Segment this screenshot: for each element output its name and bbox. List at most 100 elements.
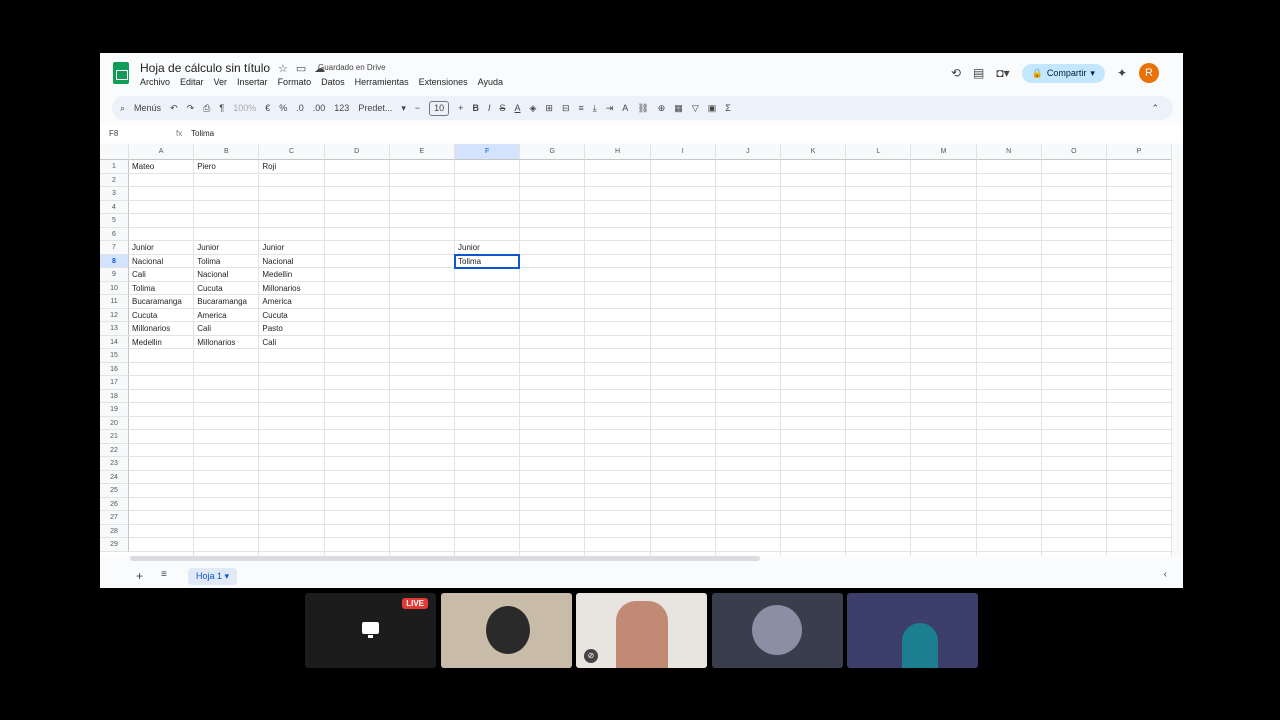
functions-button[interactable]: Σ bbox=[725, 103, 731, 113]
cell-b7[interactable]: Junior bbox=[197, 243, 219, 252]
row-header-28[interactable]: 28 bbox=[100, 524, 129, 538]
cell-a12[interactable]: Cucuta bbox=[132, 311, 157, 320]
wrap-icon[interactable]: ⇥ bbox=[606, 103, 614, 114]
row-header-15[interactable]: 15 bbox=[100, 349, 129, 363]
undo-icon[interactable]: ↶ bbox=[170, 103, 178, 114]
all-sheets-icon[interactable]: ≡ bbox=[161, 569, 167, 580]
sheets-logo-icon[interactable] bbox=[113, 62, 129, 84]
cell-a8[interactable]: Nacional bbox=[132, 257, 163, 266]
comment-icon[interactable]: ⊕ bbox=[658, 103, 666, 114]
menu-extensiones[interactable]: Extensiones bbox=[419, 77, 468, 87]
cell-c11[interactable]: America bbox=[262, 297, 291, 306]
chevron-down-icon[interactable]: ▾ bbox=[1090, 68, 1095, 79]
borders-icon[interactable]: ⊞ bbox=[545, 103, 553, 114]
paint-format-icon[interactable]: ¶ bbox=[219, 103, 224, 113]
cell-a14[interactable]: Medellin bbox=[132, 338, 162, 347]
sheet-grid[interactable]: A B C D E F G H I J K L M N O P 1 2 3 4 5 6 7 8 9 10 11 12 13 14 15 16 1… bbox=[100, 144, 1173, 556]
cell-a9[interactable]: Cali bbox=[132, 270, 146, 279]
cell-a13[interactable]: Millonarios bbox=[132, 324, 170, 333]
cell-c13[interactable]: Pasto bbox=[262, 324, 282, 333]
cell-c1[interactable]: Roji bbox=[262, 162, 276, 171]
row-header-7[interactable]: 7 bbox=[100, 241, 129, 255]
share-button[interactable]: 🔒 Compartir ▾ bbox=[1021, 63, 1105, 83]
horizontal-scrollbar[interactable] bbox=[130, 556, 760, 561]
row-header-21[interactable]: 21 bbox=[100, 430, 129, 444]
row-header-9[interactable]: 9 bbox=[100, 268, 129, 282]
column-header-d[interactable]: D bbox=[324, 144, 390, 160]
row-header-11[interactable]: 11 bbox=[100, 295, 129, 309]
menu-herramientas[interactable]: Herramientas bbox=[355, 77, 409, 87]
row-header-16[interactable]: 16 bbox=[100, 362, 129, 376]
cell-c9[interactable]: Medellin bbox=[262, 270, 292, 279]
filter-icon[interactable]: ▽ bbox=[692, 103, 699, 114]
row-header-2[interactable]: 2 bbox=[100, 173, 129, 187]
gemini-sparkle-icon[interactable]: ✦ bbox=[1117, 66, 1127, 80]
cell-f8[interactable]: Tolima bbox=[458, 257, 481, 266]
row-header-14[interactable]: 14 bbox=[100, 335, 129, 349]
avatar[interactable]: R bbox=[1139, 63, 1159, 83]
row-header-22[interactable]: 22 bbox=[100, 443, 129, 457]
column-header-l[interactable]: L bbox=[846, 144, 912, 160]
zoom-select[interactable]: 100% bbox=[233, 103, 256, 113]
column-header-b[interactable]: B bbox=[194, 144, 260, 160]
row-header-1[interactable]: 1 bbox=[100, 160, 129, 174]
column-header-g[interactable]: G bbox=[520, 144, 586, 160]
menu-ayuda[interactable]: Ayuda bbox=[478, 77, 503, 87]
collapse-toolbar-icon[interactable]: ⌃ bbox=[1151, 103, 1159, 114]
filter-views-icon[interactable]: ▣ bbox=[708, 103, 717, 114]
row-header-12[interactable]: 12 bbox=[100, 308, 129, 322]
cell-b12[interactable]: America bbox=[197, 311, 226, 320]
cell-b8[interactable]: Tolima bbox=[197, 257, 220, 266]
chevron-down-icon[interactable]: ▾ bbox=[401, 103, 406, 114]
call-tile-participant[interactable] bbox=[712, 593, 843, 668]
cell-a11[interactable]: Bucaramanga bbox=[132, 297, 182, 306]
row-header-24[interactable]: 24 bbox=[100, 470, 129, 484]
font-select[interactable]: Predet... bbox=[358, 103, 392, 113]
column-header-h[interactable]: H bbox=[585, 144, 651, 160]
row-header-5[interactable]: 5 bbox=[100, 214, 129, 228]
text-color-button[interactable]: A bbox=[514, 103, 520, 113]
valign-icon[interactable]: ⤓ bbox=[593, 103, 597, 114]
row-header-13[interactable]: 13 bbox=[100, 322, 129, 336]
row-header-20[interactable]: 20 bbox=[100, 416, 129, 430]
row-header-23[interactable]: 23 bbox=[100, 457, 129, 471]
cell-c7[interactable]: Junior bbox=[262, 243, 284, 252]
font-size-increase-icon[interactable]: + bbox=[458, 103, 463, 113]
row-header-6[interactable]: 6 bbox=[100, 227, 129, 241]
column-header-n[interactable]: N bbox=[976, 144, 1042, 160]
percent-button[interactable]: % bbox=[279, 103, 287, 113]
column-header-k[interactable]: K bbox=[781, 144, 847, 160]
row-header-4[interactable]: 4 bbox=[100, 200, 129, 214]
call-tile-participant[interactable]: ⊘ bbox=[576, 593, 707, 668]
row-header-8[interactable]: 8 bbox=[100, 254, 129, 268]
menu-archivo[interactable]: Archivo bbox=[140, 77, 170, 87]
formula-input[interactable]: Tolima bbox=[191, 129, 214, 138]
column-header-m[interactable]: M bbox=[911, 144, 977, 160]
cell-b13[interactable]: Cali bbox=[197, 324, 211, 333]
row-header-26[interactable]: 26 bbox=[100, 497, 129, 511]
comments-icon[interactable]: ▤ bbox=[973, 66, 984, 80]
italic-button[interactable]: I bbox=[488, 103, 491, 113]
row-header-27[interactable]: 27 bbox=[100, 511, 129, 525]
column-header-e[interactable]: E bbox=[389, 144, 455, 160]
column-header-a[interactable]: A bbox=[129, 144, 195, 160]
row-header-18[interactable]: 18 bbox=[100, 389, 129, 403]
collapse-panel-icon[interactable]: ‹ bbox=[1164, 569, 1167, 580]
print-icon[interactable]: ⎙ bbox=[203, 103, 210, 114]
document-title[interactable]: Hoja de cálculo sin título bbox=[140, 61, 270, 75]
select-all-corner[interactable] bbox=[100, 144, 129, 160]
cell-c14[interactable]: Cali bbox=[262, 338, 276, 347]
cell-c8[interactable]: Nacional bbox=[262, 257, 293, 266]
more-formats-button[interactable]: 123 bbox=[334, 103, 349, 113]
star-icon[interactable]: ☆ bbox=[278, 63, 288, 75]
cell-b11[interactable]: Bucaramanga bbox=[197, 297, 247, 306]
cell-f7[interactable]: Junior bbox=[458, 243, 480, 252]
column-header-p[interactable]: P bbox=[1107, 144, 1173, 160]
cell-b9[interactable]: Nacional bbox=[197, 270, 228, 279]
sheet-tab[interactable]: Hoja 1 ▾ bbox=[188, 568, 238, 585]
column-header-j[interactable]: J bbox=[715, 144, 781, 160]
move-folder-icon[interactable]: ▭ bbox=[296, 63, 306, 75]
cell-a10[interactable]: Tolima bbox=[132, 284, 155, 293]
strikethrough-button[interactable]: S bbox=[499, 103, 505, 113]
chart-icon[interactable]: ▦ bbox=[674, 103, 683, 114]
